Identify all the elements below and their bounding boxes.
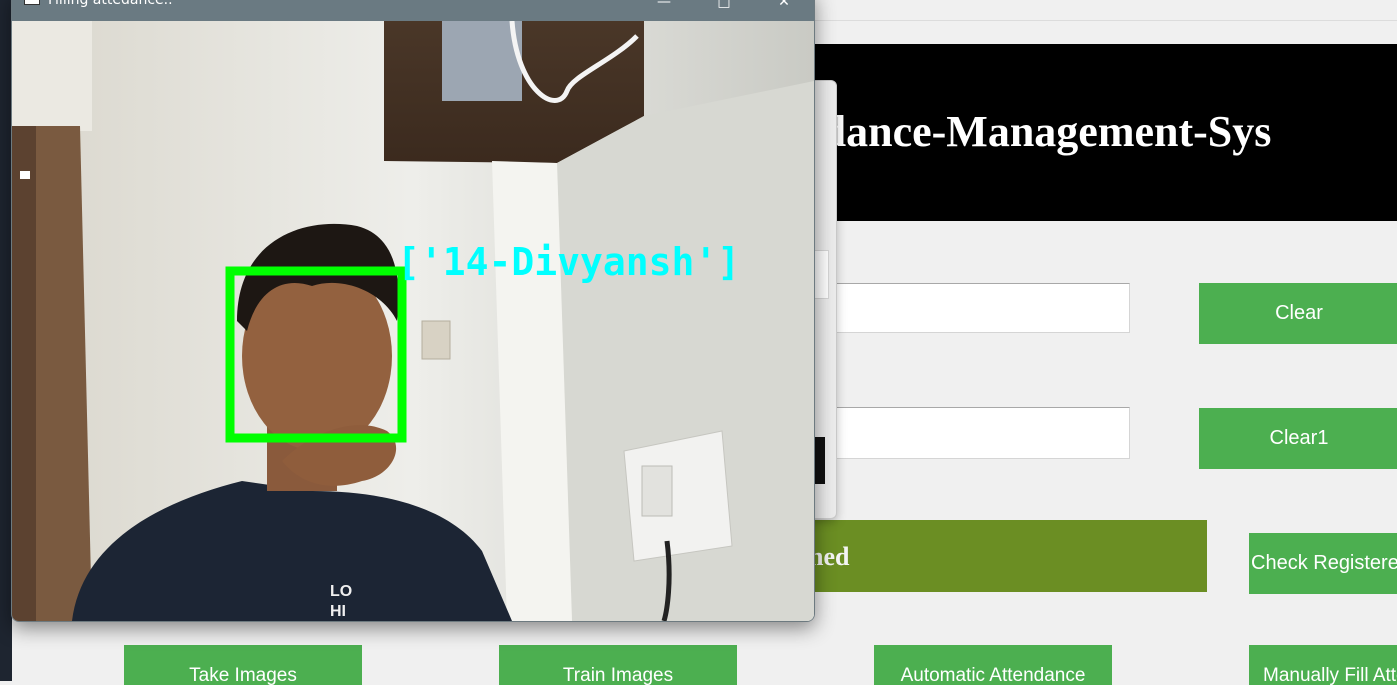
camera-title-bar[interactable]: Filling attedance.. — □ ✕ [12,0,814,21]
title-banner: tendance-Management-Sys [812,44,1397,221]
camera-window: Filling attedance.. — □ ✕ LO HI ['14-Div… [11,0,815,622]
maximize-icon[interactable]: □ [704,0,744,13]
shelf-items [442,21,522,101]
switch-board [623,430,733,562]
clear1-button[interactable]: Clear1 [1199,408,1397,469]
camera-window-title: Filling attedance.. [48,0,173,8]
manually-fill-attendance-button[interactable]: Manually Fill Attendance [1249,645,1397,685]
notification-bar: ned [780,520,1207,592]
app-window-icon [24,0,40,5]
ceiling-left [12,21,92,131]
clear-button[interactable]: Clear [1199,283,1397,344]
notification-text: ned [809,542,850,571]
banner-title: tendance-Management-Sys [812,107,1272,156]
take-images-button[interactable]: Take Images [124,645,362,685]
automatic-attendance-button[interactable]: Automatic Attendance [874,645,1112,685]
shirt-print: LO [330,583,352,600]
check-registered-button[interactable]: Check Registered [1249,533,1397,594]
enrollment-input[interactable] [830,283,1130,333]
door-edge [12,126,36,621]
camera-feed: LO HI ['14-Divyansh'] [12,21,814,621]
close-icon[interactable]: ✕ [764,0,804,13]
socket [641,465,673,517]
door-sticker [20,171,30,179]
small-switch [421,320,451,360]
name-input[interactable] [830,407,1130,459]
recognized-name-label: ['14-Divyansh'] [397,240,740,284]
shirt-print-2: HI [330,603,346,620]
minimize-icon[interactable]: — [644,0,684,13]
train-images-button[interactable]: Train Images [499,645,737,685]
